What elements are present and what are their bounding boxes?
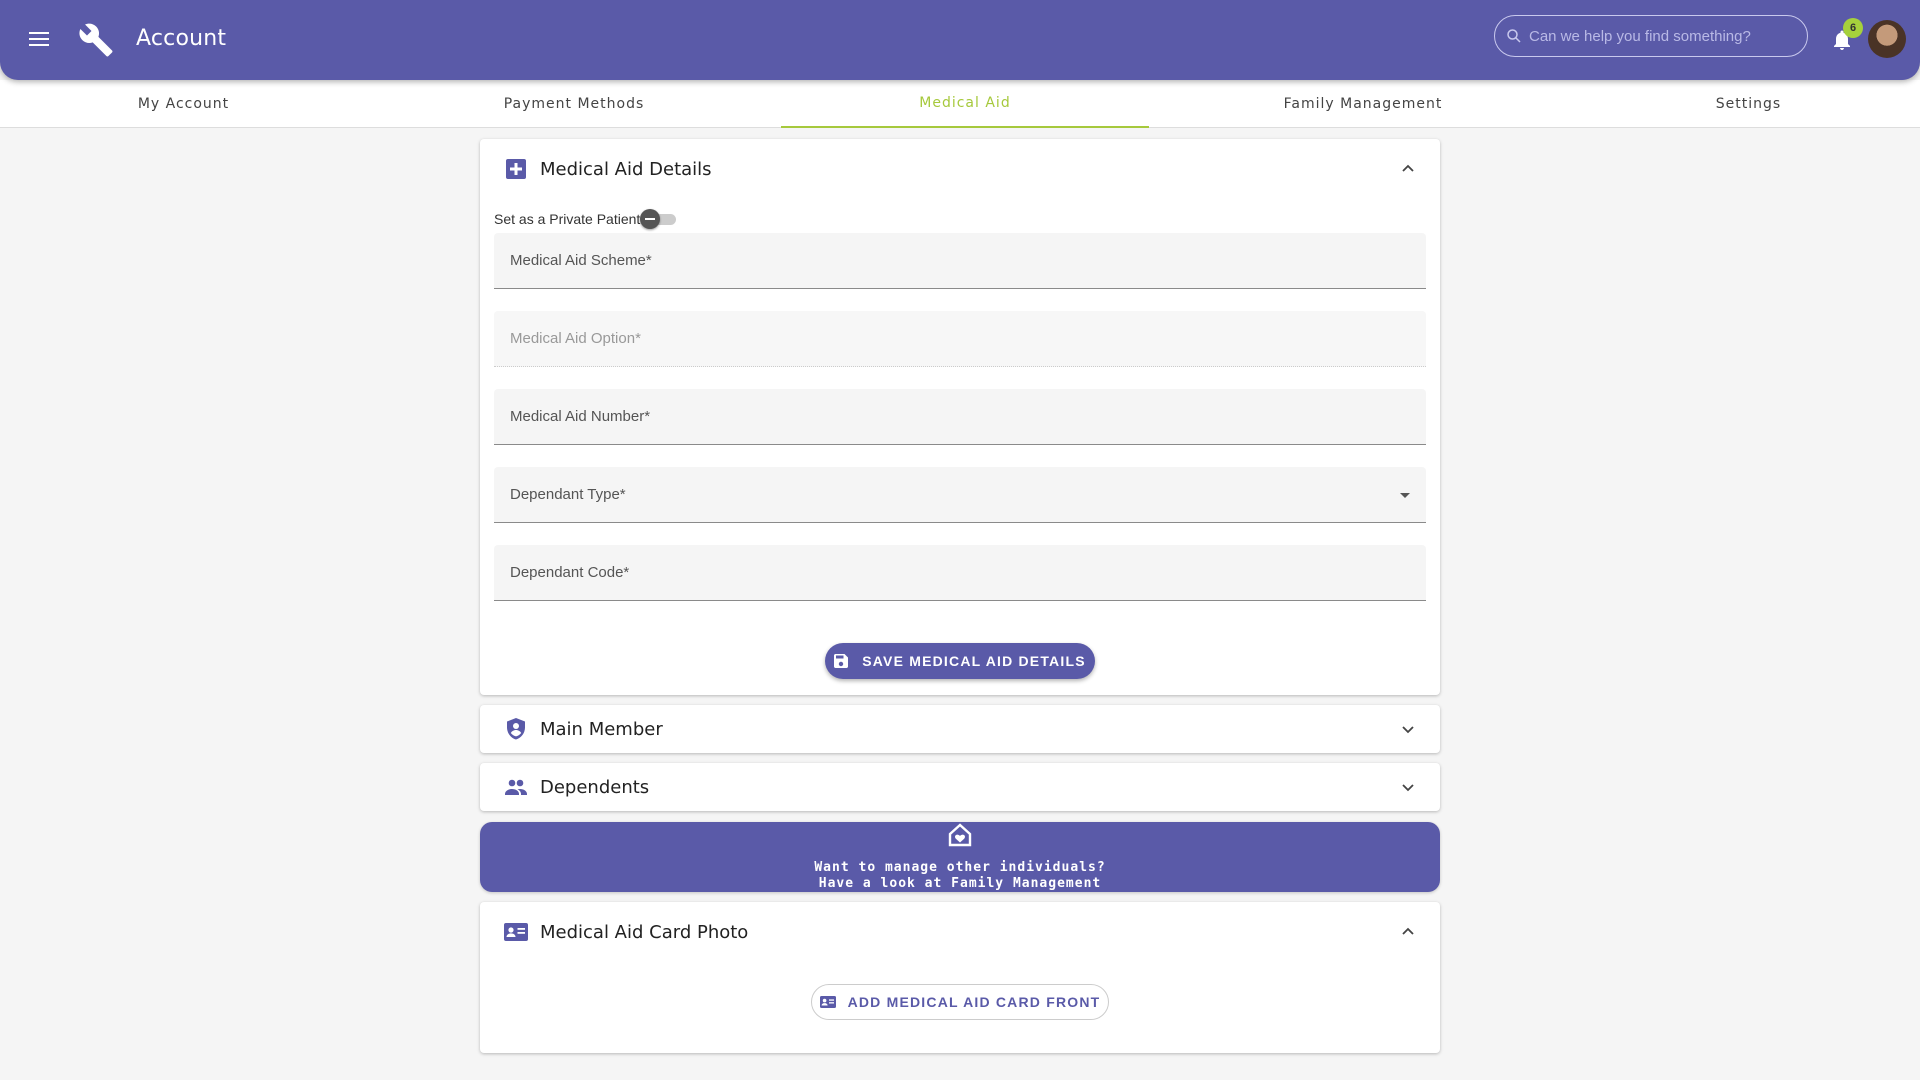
save-label: SAVE MEDICAL AID DETAILS [862,653,1086,669]
search-input[interactable] [1529,27,1799,45]
medical-aid-details-header[interactable]: Medical Aid Details [480,139,1440,199]
field-label: Dependant Code* [510,564,630,581]
medical-plus-icon [504,157,528,181]
main-member-header[interactable]: Main Member [480,705,1440,753]
medical-aid-scheme-field[interactable]: Medical Aid Scheme* [494,233,1426,289]
add-card-front-button[interactable]: ADD MEDICAL AID CARD FRONT [811,984,1109,1020]
notification-badge: 6 [1843,18,1863,38]
field-label: Dependant Type* [510,486,626,503]
card-photo-card: Medical Aid Card Photo ADD MEDICAL AID C… [480,902,1440,1053]
tab-my-account[interactable]: My Account [0,80,367,128]
family-management-banner[interactable]: Want to manage other individuals? Have a… [480,822,1440,892]
avatar[interactable] [1868,20,1906,58]
banner-line-1: Want to manage other individuals? [814,860,1106,875]
dependents-header[interactable]: Dependents [480,763,1440,811]
tab-medical-aid[interactable]: Medical Aid [781,80,1149,128]
people-icon [504,775,528,799]
tab-family-management[interactable]: Family Management [1149,80,1577,128]
dropdown-arrow-icon [1400,493,1410,498]
dependant-code-field[interactable]: Dependant Code* [494,545,1426,601]
medical-aid-details-card: Medical Aid Details Set as a Private Pat… [480,139,1440,695]
field-label: Medical Aid Number* [510,408,651,425]
id-card-icon [504,920,528,944]
search-box[interactable] [1494,15,1808,57]
field-label: Medical Aid Option* [510,330,641,347]
search-icon [1507,29,1521,43]
tab-settings[interactable]: Settings [1577,80,1920,128]
menu-icon[interactable] [26,28,52,52]
save-icon [834,654,849,668]
page-title: Account [136,26,227,51]
chevron-up-icon[interactable] [1400,924,1416,940]
tab-payment-methods[interactable]: Payment Methods [367,80,781,128]
add-card-front-label: ADD MEDICAL AID CARD FRONT [847,994,1101,1010]
dependant-type-select[interactable]: Dependant Type* [494,467,1426,523]
private-patient-row: Set as a Private Patient [494,209,677,229]
app-bar: Account 6 [0,0,1920,80]
chevron-down-icon[interactable] [1400,779,1416,795]
card-title: Medical Aid Card Photo [540,921,749,943]
tab-bar: My Account Payment Methods Medical Aid F… [0,80,1920,128]
card-title: Main Member [540,718,663,740]
shield-user-icon [504,717,528,741]
home-heart-icon [948,823,972,847]
wrench-icon [79,23,113,57]
card-title: Dependents [540,776,650,798]
private-patient-toggle[interactable] [640,209,677,229]
private-patient-label: Set as a Private Patient [494,211,641,227]
medical-aid-number-field[interactable]: Medical Aid Number* [494,389,1426,445]
card-photo-header[interactable]: Medical Aid Card Photo [480,902,1440,962]
chevron-up-icon[interactable] [1400,161,1416,177]
medical-aid-option-field[interactable]: Medical Aid Option* [494,311,1426,367]
card-title: Medical Aid Details [540,158,712,180]
banner-line-2: Have a look at Family Management [818,876,1102,891]
main-member-card[interactable]: Main Member [480,705,1440,753]
id-card-icon [819,996,836,1008]
chevron-down-icon[interactable] [1400,721,1416,737]
save-medical-aid-button[interactable]: SAVE MEDICAL AID DETAILS [825,643,1095,679]
dependents-card[interactable]: Dependents [480,763,1440,811]
field-label: Medical Aid Scheme* [510,252,652,269]
